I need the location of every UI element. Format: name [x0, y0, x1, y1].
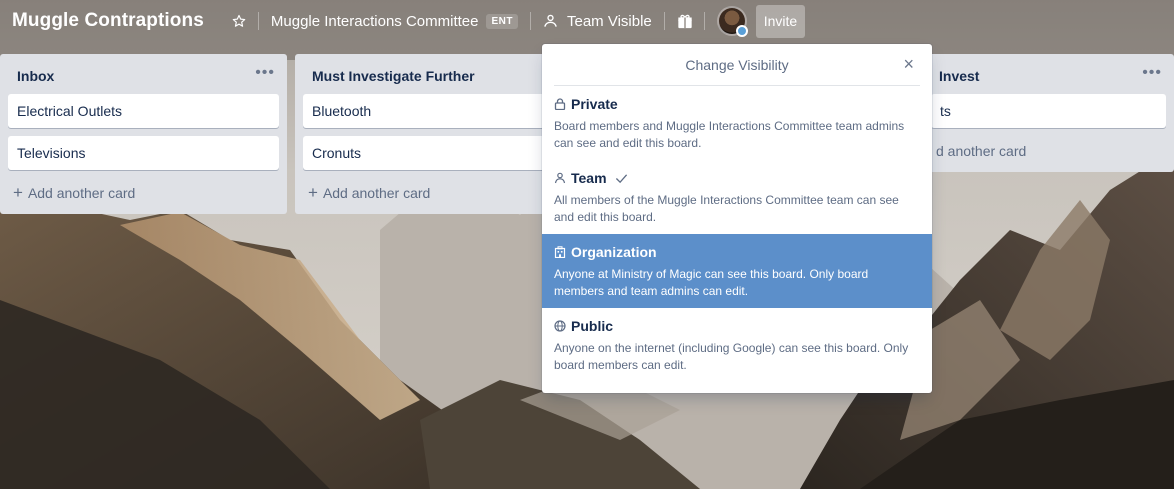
organization-icon [554, 246, 566, 258]
header-divider [529, 12, 531, 30]
visibility-option-public[interactable]: Public Anyone on the internet (including… [542, 308, 932, 382]
list-title[interactable]: Inbox [17, 68, 54, 84]
add-card-button[interactable]: + Add another card [303, 178, 547, 208]
team-button[interactable]: Muggle Interactions Committee ENT [271, 13, 518, 30]
visibility-button[interactable]: Team Visible [543, 13, 652, 30]
option-description: Board members and Muggle Interactions Co… [554, 119, 905, 150]
avatar-status-dot [735, 25, 748, 37]
team-name: Muggle Interactions Committee [270, 12, 479, 30]
list-header: Invest ••• [931, 62, 1166, 90]
list-title[interactable]: Must Investigate Further [312, 68, 475, 84]
invite-button[interactable]: Invite [755, 4, 806, 38]
card[interactable]: Televisions [8, 136, 279, 170]
board-header: Muggle Contraptions Muggle Interactions … [0, 0, 1174, 42]
board-title[interactable]: Muggle Contraptions [12, 10, 204, 32]
add-card-button[interactable]: d another card [931, 136, 1166, 166]
visibility-option-team[interactable]: Team All members of the Muggle Interacti… [542, 160, 932, 234]
star-icon[interactable] [232, 14, 246, 28]
card[interactable]: ts [931, 94, 1166, 128]
ent-badge: ENT [486, 13, 518, 29]
list-menu-icon[interactable]: ••• [255, 65, 275, 83]
plus-icon: + [308, 183, 318, 202]
visibility-option-organization[interactable]: Organization Anyone at Ministry of Magic… [542, 234, 932, 308]
card[interactable]: Cronuts [303, 136, 547, 170]
card[interactable]: Bluetooth [303, 94, 547, 128]
checkmark-icon [615, 173, 627, 183]
list-title[interactable]: Invest [939, 68, 979, 84]
list-inbox: Inbox ••• Electrical Outlets Televisions… [0, 54, 287, 214]
visibility-label: Team Visible [566, 12, 652, 30]
option-description: Anyone on the internet (including Google… [554, 341, 909, 372]
avatar[interactable] [716, 6, 748, 37]
add-card-label: d another card [936, 143, 1027, 159]
option-description: Anyone at Ministry of Magic can see this… [554, 267, 869, 298]
gift-icon[interactable] [677, 14, 702, 29]
lock-icon [554, 98, 566, 110]
add-card-button[interactable]: + Add another card [8, 178, 279, 208]
plus-icon: + [13, 183, 23, 202]
option-label: Public [571, 318, 614, 334]
globe-icon [554, 320, 566, 332]
team-icon [554, 172, 566, 184]
close-icon[interactable]: × [903, 55, 914, 73]
popover-header: Change Visibility × [554, 44, 920, 86]
popover-title: Change Visibility [685, 56, 789, 73]
visibility-option-private[interactable]: Private Board members and Muggle Interac… [542, 86, 932, 160]
option-label: Organization [571, 244, 657, 260]
list-menu-icon[interactable]: ••• [1142, 65, 1162, 83]
list-header: Inbox ••• [8, 62, 279, 90]
header-divider [703, 12, 705, 30]
add-card-label: Add another card [27, 185, 136, 201]
list-invest: Invest ••• ts d another card [923, 54, 1174, 172]
option-label: Private [571, 96, 618, 112]
list-must-investigate: Must Investigate Further Bluetooth Cronu… [295, 54, 555, 214]
card[interactable]: Electrical Outlets [8, 94, 279, 128]
add-card-label: Add another card [322, 185, 431, 201]
team-icon [544, 14, 557, 27]
header-divider [257, 12, 259, 30]
header-divider [663, 12, 665, 30]
visibility-popover: Change Visibility × Private Board member… [542, 44, 932, 393]
option-description: All members of the Muggle Interactions C… [554, 193, 899, 224]
list-header: Must Investigate Further [303, 62, 547, 90]
option-label: Team [571, 170, 607, 186]
